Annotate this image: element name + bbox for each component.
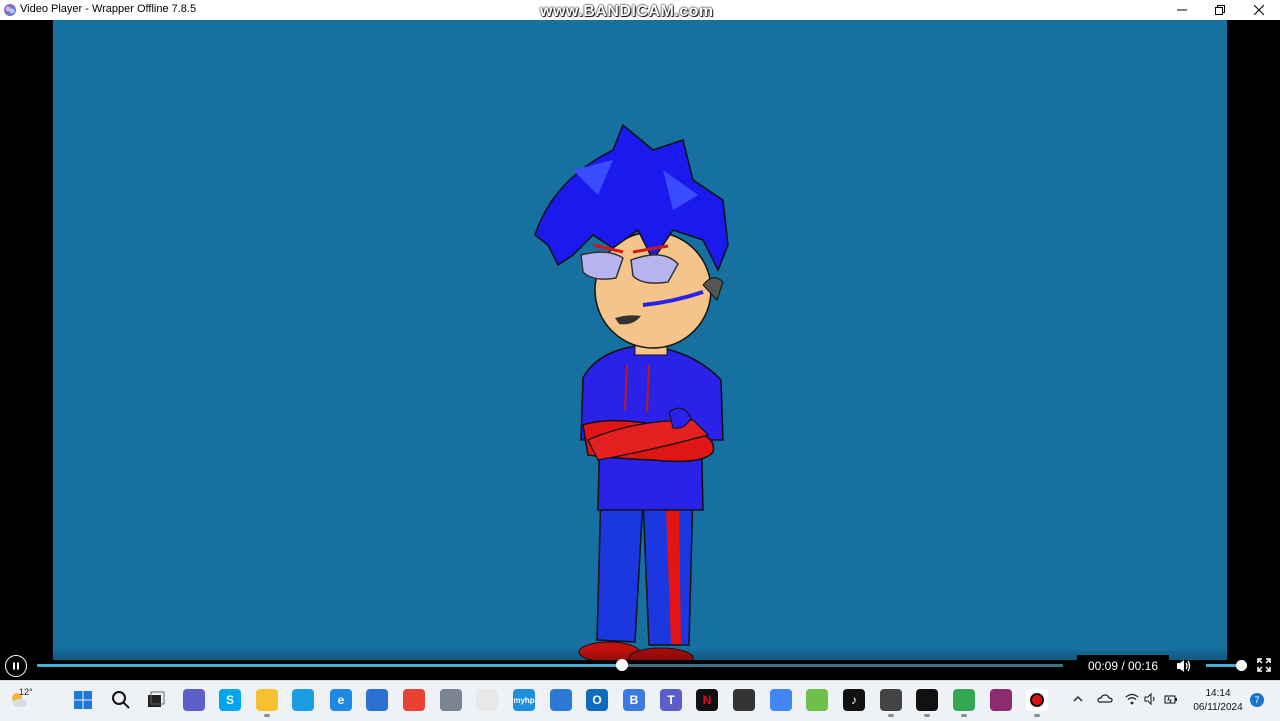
window-title: Video Player - Wrapper Offline 7.8.5 — [20, 3, 197, 15]
battery-icon[interactable] — [1163, 691, 1179, 707]
tiktok-icon[interactable]: ♪ — [843, 689, 865, 711]
wrapper-offline-icon[interactable] — [880, 689, 902, 711]
onedrive-icon[interactable] — [1097, 691, 1113, 707]
start-icon[interactable] — [72, 689, 94, 711]
video-stage — [0, 20, 1280, 660]
screen-recorder-icon[interactable] — [733, 689, 755, 711]
mail-icon[interactable] — [550, 689, 572, 711]
character-illustration — [534, 123, 729, 660]
store-icon[interactable] — [366, 689, 388, 711]
chrome-icon[interactable] — [403, 689, 425, 711]
task-view-icon[interactable] — [145, 689, 167, 711]
netflix-icon[interactable]: N — [696, 689, 718, 711]
edge-icon[interactable] — [292, 689, 314, 711]
recording-watermark: www.BANDICAM.com — [540, 3, 714, 20]
chrome-3-icon[interactable] — [953, 689, 975, 711]
fullscreen-icon[interactable] — [1257, 658, 1271, 672]
chat-icon[interactable] — [183, 689, 205, 711]
minimize-icon — [1177, 9, 1187, 11]
restore-button[interactable] — [1200, 0, 1240, 20]
volume-slider-thumb[interactable] — [1236, 660, 1247, 671]
minimize-button[interactable] — [1162, 0, 1202, 20]
myhp-icon[interactable]: myhp — [513, 689, 535, 711]
wrapper-offline-running-indicator — [888, 714, 894, 717]
file-explorer-icon[interactable] — [256, 689, 278, 711]
notification-badge[interactable]: 7 — [1250, 693, 1264, 707]
wifi-icon[interactable] — [1124, 691, 1140, 707]
app-icon — [4, 4, 16, 16]
teams-icon[interactable]: T — [660, 689, 682, 711]
whatsapp-icon[interactable] — [806, 689, 828, 711]
seek-bar-thumb[interactable] — [615, 659, 628, 671]
speaker-icon[interactable] — [1143, 691, 1159, 707]
skype-icon[interactable]: S — [219, 689, 241, 711]
bandicam-running-indicator — [1034, 714, 1040, 717]
pause-icon — [13, 662, 19, 670]
system-clock[interactable]: 14:14 06/11/2024 — [1186, 687, 1250, 715]
close-button[interactable] — [1239, 0, 1279, 20]
weather-temperature: 12° — [19, 687, 33, 697]
capcut-running-indicator — [924, 714, 930, 717]
bandicam-icon[interactable] — [1026, 689, 1048, 711]
volume-icon[interactable] — [1176, 658, 1192, 674]
chrome-2-icon[interactable] — [770, 689, 792, 711]
seek-bar[interactable] — [37, 659, 1063, 671]
pause-button[interactable] — [5, 655, 27, 677]
ie-icon[interactable]: e — [330, 689, 352, 711]
capcut-icon[interactable] — [916, 689, 938, 711]
video-frame[interactable] — [53, 20, 1227, 660]
clock-icon[interactable] — [476, 689, 498, 711]
clock-date: 06/11/2024 — [1193, 702, 1243, 713]
file-explorer-running-indicator — [264, 714, 270, 717]
seek-bar-fill — [37, 664, 622, 667]
chrome-3-running-indicator — [961, 714, 967, 717]
time-display: 00:09 / 00:16 — [1077, 655, 1169, 676]
search-icon[interactable] — [110, 689, 132, 711]
winrar-icon[interactable] — [990, 689, 1012, 711]
close-icon — [1254, 5, 1264, 15]
bitwarden-icon[interactable]: B — [623, 689, 645, 711]
chevron-up-icon[interactable] — [1070, 691, 1086, 707]
settings-icon[interactable] — [440, 689, 462, 711]
restore-icon — [1215, 5, 1225, 15]
outlook-icon[interactable]: O — [586, 689, 608, 711]
clock-time: 14:14 — [1205, 688, 1231, 699]
